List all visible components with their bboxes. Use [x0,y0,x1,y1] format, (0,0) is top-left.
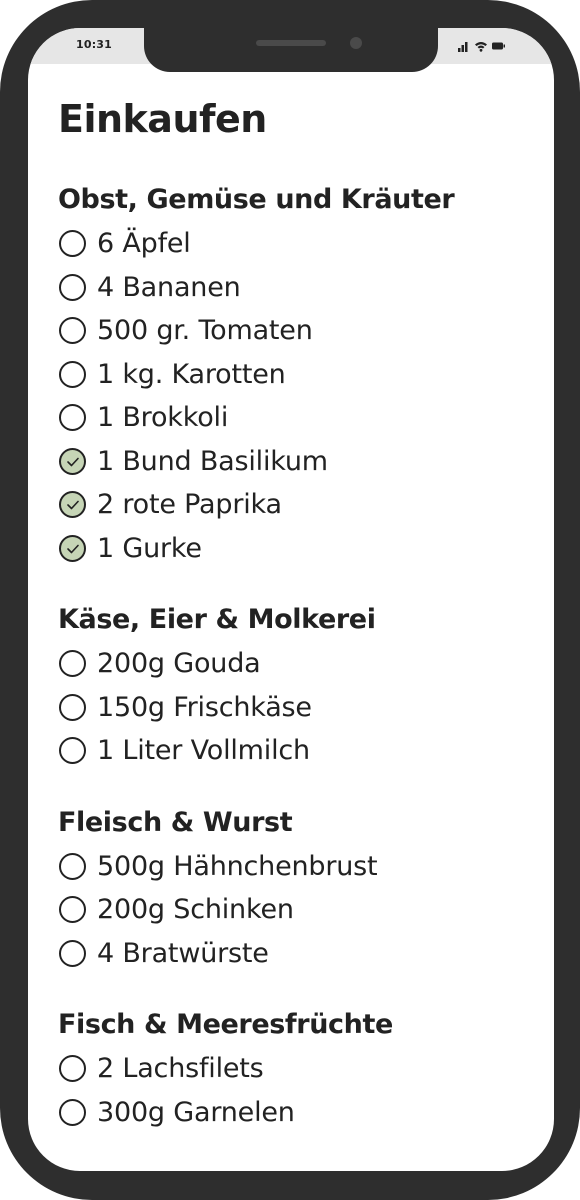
notch [144,28,438,72]
unchecked-circle-icon[interactable] [59,896,86,924]
section-kaese-eier-molkerei: Käse, Eier & Molkerei 200g Gouda 150g Fris… [58,598,534,773]
list-item[interactable]: 1 Gurke [58,527,534,571]
section-title: Obst, Gemüse und Kräuter [58,184,455,215]
item-label: 1 Liter Vollmilch [97,735,310,767]
item-label: 300g Garnelen [97,1096,295,1128]
item-label: 2 rote Paprika [97,489,282,521]
item-label: 4 Bananen [97,271,241,303]
unchecked-circle-icon[interactable] [59,273,86,301]
list-item[interactable]: 1 Bund Basilikum [58,440,534,484]
list-item[interactable]: 2 rote Paprika [58,483,534,527]
list-item[interactable]: 1 Brokkoli [58,396,534,440]
list-item[interactable]: 1 Liter Vollmilch [58,729,534,773]
item-list: 500g Hähnchenbrust 200g Schinken 4 Bratwür… [58,845,534,976]
wifi-icon [475,42,487,52]
item-label: 200g Gouda [97,648,261,680]
item-label: 6 Äpfel [97,228,191,260]
section-fisch-meeresfruechte: Fisch & Meeresfrüchte 2 Lachsfilets 300g G… [58,1003,534,1134]
list-item[interactable]: 4 Bratwürste [58,932,534,976]
list-item[interactable]: 2 Lachsfilets [58,1047,534,1091]
page-title: Einkaufen [58,97,267,141]
checked-circle-icon[interactable] [59,534,86,562]
list-item[interactable]: 1 kg. Karotten [58,353,534,397]
signal-icon [458,42,468,52]
item-label: 500 gr. Tomaten [97,315,313,347]
unchecked-circle-icon[interactable] [59,230,86,258]
unchecked-circle-icon[interactable] [59,317,86,345]
checkmark-icon [67,457,79,467]
status-time: 10:31 [76,38,113,51]
item-label: 1 Brokkoli [97,402,229,434]
unchecked-circle-icon[interactable] [59,650,86,678]
checked-circle-icon[interactable] [59,447,86,475]
item-list: 200g Gouda 150g Frischkäse 1 Liter Vollmil… [58,642,534,773]
list-item[interactable]: 6 Äpfel [58,222,534,266]
unchecked-circle-icon[interactable] [59,852,86,880]
list-item[interactable]: 4 Bananen [58,266,534,310]
unchecked-circle-icon[interactable] [59,1055,86,1083]
section-title: Fisch & Meeresfrüchte [58,1009,393,1040]
item-label: 200g Schinken [97,894,294,926]
unchecked-circle-icon[interactable] [59,939,86,967]
list-item[interactable]: 300g Garnelen [58,1091,534,1135]
checked-circle-icon[interactable] [59,491,86,519]
section-title: Fleisch & Wurst [58,806,293,838]
unchecked-circle-icon[interactable] [59,737,86,765]
section-obst-gemuese-und-kraeuter: Obst, Gemüse und Kräuter 6 Äpfel 4 Bananen… [58,178,534,570]
section-fleisch-wurst: Fleisch & Wurst 500g Hähnchenbrust 200g Sc… [58,801,534,976]
unchecked-circle-icon[interactable] [59,1098,86,1126]
item-list: 2 Lachsfilets 300g Garnelen [58,1047,534,1134]
list-item[interactable]: 500 gr. Tomaten [58,309,534,353]
list-item[interactable]: 150g Frischkäse [58,686,534,730]
shopping-list: Einkaufen Obst, Gemüse und Kräuter 6 Äpfe… [58,94,534,1134]
item-label: 2 Lachsfilets [97,1053,264,1085]
item-list: 6 Äpfel 4 Bananen 500 gr. Tomaten 1 kg. Kar… [58,222,534,570]
phone-frame: 10:31 Einkaufen Obst, Gemüse und Kräuter… [0,0,580,1200]
front-camera [350,37,362,49]
item-label: 150g Frischkäse [97,691,312,723]
unchecked-circle-icon[interactable] [59,360,86,388]
item-label: 1 Bund Basilikum [97,445,328,477]
sections-container: Obst, Gemüse und Kräuter 6 Äpfel 4 Bananen… [58,178,534,1134]
item-label: 1 kg. Karotten [97,358,286,390]
item-label: 4 Bratwürste [97,937,269,969]
list-item[interactable]: 500g Hähnchenbrust [58,845,534,889]
checkmark-icon [67,500,79,510]
list-item[interactable]: 200g Gouda [58,642,534,686]
status-icons [458,42,505,52]
battery-icon [492,42,505,50]
item-label: 500g Hähnchenbrust [97,850,378,882]
checkmark-icon [67,544,79,554]
section-title: Käse, Eier & Molkerei [58,604,376,635]
unchecked-circle-icon[interactable] [59,693,86,721]
item-label: 1 Gurke [97,532,202,564]
list-item[interactable]: 200g Schinken [58,888,534,932]
unchecked-circle-icon[interactable] [59,404,86,432]
phone-screen: 10:31 Einkaufen Obst, Gemüse und Kräuter… [28,28,554,1171]
speaker-grille [256,40,326,46]
